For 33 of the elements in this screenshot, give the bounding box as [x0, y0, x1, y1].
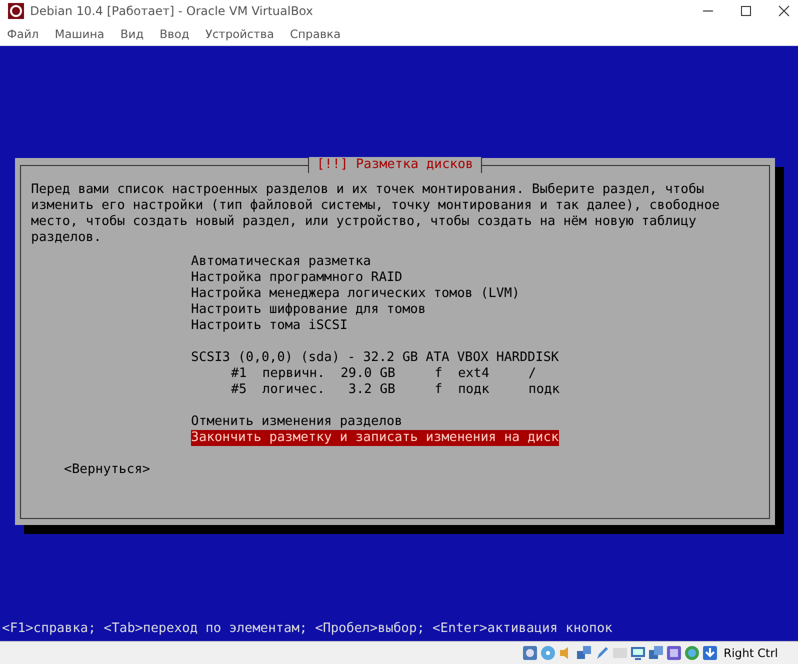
- menu-option[interactable]: Автоматическая разметка: [191, 254, 372, 270]
- menu-option[interactable]: Настроить тома iSCSI: [191, 318, 348, 334]
- partition-entry[interactable]: #1 первичн. 29.0 GB f ext4 /: [231, 366, 536, 382]
- menu-option[interactable]: Настройка программного RAID: [191, 270, 402, 286]
- menu-item[interactable]: Вид: [120, 26, 144, 40]
- windows-icon[interactable]: [648, 645, 664, 661]
- app-icon: [8, 3, 24, 19]
- chip-icon[interactable]: [666, 645, 682, 661]
- network-icon[interactable]: [576, 645, 592, 661]
- menu-item[interactable]: Ввод: [160, 26, 190, 40]
- close-icon[interactable]: [778, 5, 790, 17]
- back-button[interactable]: <Вернуться>: [64, 462, 150, 477]
- menu-option[interactable]: Настройка менеджера логических томов (LVM): [191, 286, 520, 302]
- menu-item[interactable]: Машина: [54, 26, 104, 40]
- menu-option[interactable]: Отменить изменения разделов: [191, 414, 402, 430]
- menu-option[interactable]: Настроить шифрование для томов: [191, 302, 426, 318]
- globe-icon[interactable]: [684, 645, 700, 661]
- monitor-icon[interactable]: [630, 645, 646, 661]
- maximize-icon[interactable]: [740, 5, 752, 17]
- menu-item[interactable]: Справка: [290, 26, 341, 40]
- dialog-title: [!!] Разметка дисков: [308, 157, 482, 173]
- menu-item[interactable]: Устройства: [205, 26, 274, 40]
- menu-item[interactable]: Файл: [7, 26, 39, 40]
- drive-icon[interactable]: [522, 645, 538, 661]
- menu-option[interactable]: Закончить разметку и записать изменения на диск: [191, 430, 559, 446]
- dialog-description: Перед вами список настроенных разделов и их точек монтирования. Выберите раздел, чтобы изменить его настройки (тип файловой системы, точку монтирования и так далее), свободное место, чтобы создать новый раздел, или устройство, чтобы создать на нём новую таблицу разделов.: [30, 181, 721, 246]
- help-line: <F1>справка; <Tab>переход по элементам; <Пробел>выбор; <Enter>активация кнопок: [1, 621, 614, 638]
- disc-icon[interactable]: [540, 645, 556, 661]
- partition-entry[interactable]: #5 логичес. 3.2 GB f подк подк: [231, 382, 560, 398]
- host-key-label: Right Ctrl: [724, 646, 778, 660]
- download-icon[interactable]: [702, 645, 718, 661]
- disk-entry[interactable]: SCSI3 (0,0,0) (sda) - 32.2 GB ATA VBOX HARDDISK: [191, 350, 559, 366]
- window-title: Debian 10.4 [Работает] - Oracle VM VirtualBox: [30, 4, 314, 18]
